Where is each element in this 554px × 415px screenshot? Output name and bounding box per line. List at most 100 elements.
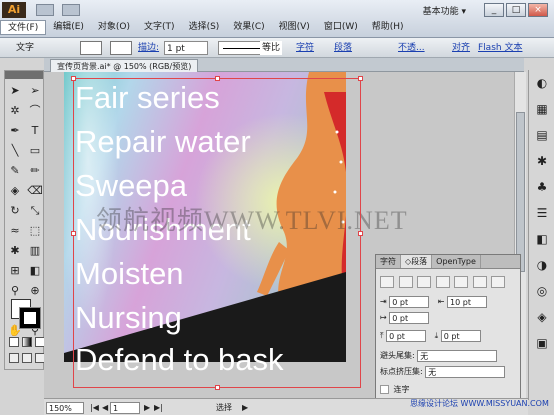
blend-tool-icon[interactable]: ⊕	[26, 282, 44, 300]
space-before-input[interactable]: 0 pt	[386, 329, 427, 342]
menu-help[interactable]: 帮助(H)	[365, 20, 411, 35]
document-tab[interactable]: 宣传页背景.ai* @ 150% (RGB/预览)	[50, 59, 199, 72]
color-panel-icon[interactable]: ◐	[532, 73, 552, 93]
swatches-panel-icon[interactable]: ▤	[532, 125, 552, 145]
column-graph-tool-icon[interactable]: ▥	[26, 242, 44, 260]
stroke-weight-input[interactable]: 1 pt	[164, 41, 208, 55]
last-page-icon[interactable]: ▶|	[154, 402, 163, 414]
warp-tool-icon[interactable]: ≈	[6, 222, 24, 240]
gradient-mode-icon[interactable]	[22, 337, 32, 347]
hanging-punct-select[interactable]: 无	[417, 349, 498, 362]
layers-panel-icon[interactable]: ◈	[532, 307, 552, 327]
page-number-input[interactable]: 1	[110, 402, 140, 414]
rectangle-tool-icon[interactable]: ▭	[26, 142, 44, 160]
menu-view[interactable]: 视图(V)	[272, 20, 317, 35]
paintbrush-tool-icon[interactable]: ✎	[6, 162, 24, 180]
eraser-tool-icon[interactable]: ⌫	[26, 182, 44, 200]
selection-handle[interactable]	[71, 76, 76, 81]
minimize-button[interactable]: _	[484, 3, 504, 17]
line-tool-icon[interactable]: ╲	[6, 142, 24, 160]
justify-center-button[interactable]	[454, 275, 469, 288]
selection-handle[interactable]	[215, 76, 220, 81]
selection-handle[interactable]	[358, 231, 363, 236]
free-transform-tool-icon[interactable]: ⬚	[26, 222, 44, 240]
hanging-punct-label: 避头尾集:	[380, 351, 415, 360]
arrange-documents-icon[interactable]	[62, 4, 80, 16]
direct-selection-tool-icon[interactable]: ➢	[26, 82, 44, 100]
selection-handle[interactable]	[71, 231, 76, 236]
magic-wand-tool-icon[interactable]: ✲	[6, 102, 24, 120]
pencil-tool-icon[interactable]: ✏	[26, 162, 44, 180]
artboards-panel-icon[interactable]: ▣	[532, 333, 552, 353]
eyedropper-tool-icon[interactable]: ⚲	[6, 282, 24, 300]
symbol-sprayer-tool-icon[interactable]: ✱	[6, 242, 24, 260]
character-link[interactable]: 字符	[296, 41, 314, 55]
type-tool-icon[interactable]: T	[26, 122, 44, 140]
align-center-button[interactable]	[398, 275, 413, 288]
transparency-panel-icon[interactable]: ◑	[532, 255, 552, 275]
stroke-swatch[interactable]	[19, 307, 41, 329]
first-line-indent-input[interactable]: 0 pt	[389, 311, 430, 324]
scrollbar-thumb[interactable]	[516, 112, 525, 272]
lasso-tool-icon[interactable]: ⌒	[26, 102, 44, 120]
menu-object[interactable]: 对象(O)	[91, 20, 137, 35]
symbols-panel-icon[interactable]: ♣	[532, 177, 552, 197]
zoom-select[interactable]: 150%	[46, 402, 84, 414]
left-indent-input[interactable]: 0 pt	[389, 295, 430, 308]
close-button[interactable]: ×	[528, 3, 548, 17]
pen-tool-icon[interactable]: ✒	[6, 122, 24, 140]
menu-window[interactable]: 窗口(W)	[317, 20, 365, 35]
gradient-panel-icon[interactable]: ◧	[532, 229, 552, 249]
align-right-button[interactable]	[417, 275, 432, 288]
menu-type[interactable]: 文字(T)	[137, 20, 182, 35]
tools-panel-header[interactable]	[5, 71, 43, 79]
stroke-color-swatch[interactable]	[110, 41, 132, 55]
draw-normal-icon[interactable]	[9, 353, 19, 363]
selection-tool-icon[interactable]: ➤	[6, 82, 24, 100]
tab-paragraph[interactable]: ◇段落	[401, 255, 433, 268]
mesh-tool-icon[interactable]: ⊞	[6, 262, 24, 280]
selection-handle[interactable]	[215, 385, 220, 390]
status-menu-icon[interactable]: ▶	[242, 402, 248, 414]
appearance-panel-icon[interactable]: ◎	[532, 281, 552, 301]
scale-tool-icon[interactable]: ⤡	[26, 202, 44, 220]
color-mode-icon[interactable]	[9, 337, 19, 347]
paragraph-link[interactable]: 段落	[334, 41, 352, 55]
punct-squeeze-select[interactable]: 无	[425, 365, 506, 378]
brushes-panel-icon[interactable]: ✱	[532, 151, 552, 171]
selection-handle[interactable]	[358, 76, 363, 81]
first-page-icon[interactable]: |◀	[90, 402, 99, 414]
tab-opentype[interactable]: OpenType	[432, 255, 481, 268]
align-left-button[interactable]	[380, 275, 394, 288]
stroke-link[interactable]: 描边:	[138, 41, 159, 55]
menu-select[interactable]: 选择(S)	[182, 20, 227, 35]
opacity-link[interactable]: 不透...	[398, 41, 425, 55]
right-indent-input[interactable]: 10 pt	[447, 295, 488, 308]
color-guide-icon[interactable]: ▦	[532, 99, 552, 119]
draw-behind-icon[interactable]	[22, 353, 32, 363]
stroke-panel-icon[interactable]: ☰	[532, 203, 552, 223]
maximize-button[interactable]: □	[506, 3, 526, 17]
left-indent-icon: ⇥	[380, 297, 387, 306]
menu-file[interactable]: 文件(F)	[0, 20, 47, 35]
tab-character[interactable]: 字符	[376, 255, 401, 268]
text-selection-box[interactable]	[71, 76, 363, 390]
menu-effect[interactable]: 效果(C)	[226, 20, 271, 35]
bridge-icon[interactable]	[36, 4, 54, 16]
rotate-tool-icon[interactable]: ↻	[6, 202, 24, 220]
prev-page-icon[interactable]: ◀	[102, 402, 108, 414]
hyphenate-checkbox[interactable]	[380, 385, 389, 394]
align-link[interactable]: 对齐	[452, 41, 470, 55]
justify-left-button[interactable]	[435, 275, 450, 288]
flash-text-link[interactable]: Flash 文本	[478, 41, 522, 55]
space-after-input[interactable]: 0 pt	[440, 329, 481, 342]
next-page-icon[interactable]: ▶	[144, 402, 150, 414]
gradient-tool-icon[interactable]: ◧	[26, 262, 44, 280]
workspace-switcher[interactable]: 基本功能 ▾	[423, 4, 466, 17]
fill-color-swatch[interactable]	[80, 41, 102, 55]
justify-all-button[interactable]	[491, 275, 506, 288]
blob-brush-tool-icon[interactable]: ◈	[6, 182, 24, 200]
fill-stroke-widget[interactable]	[11, 299, 41, 329]
menu-edit[interactable]: 编辑(E)	[46, 20, 91, 35]
justify-right-button[interactable]	[472, 275, 487, 288]
